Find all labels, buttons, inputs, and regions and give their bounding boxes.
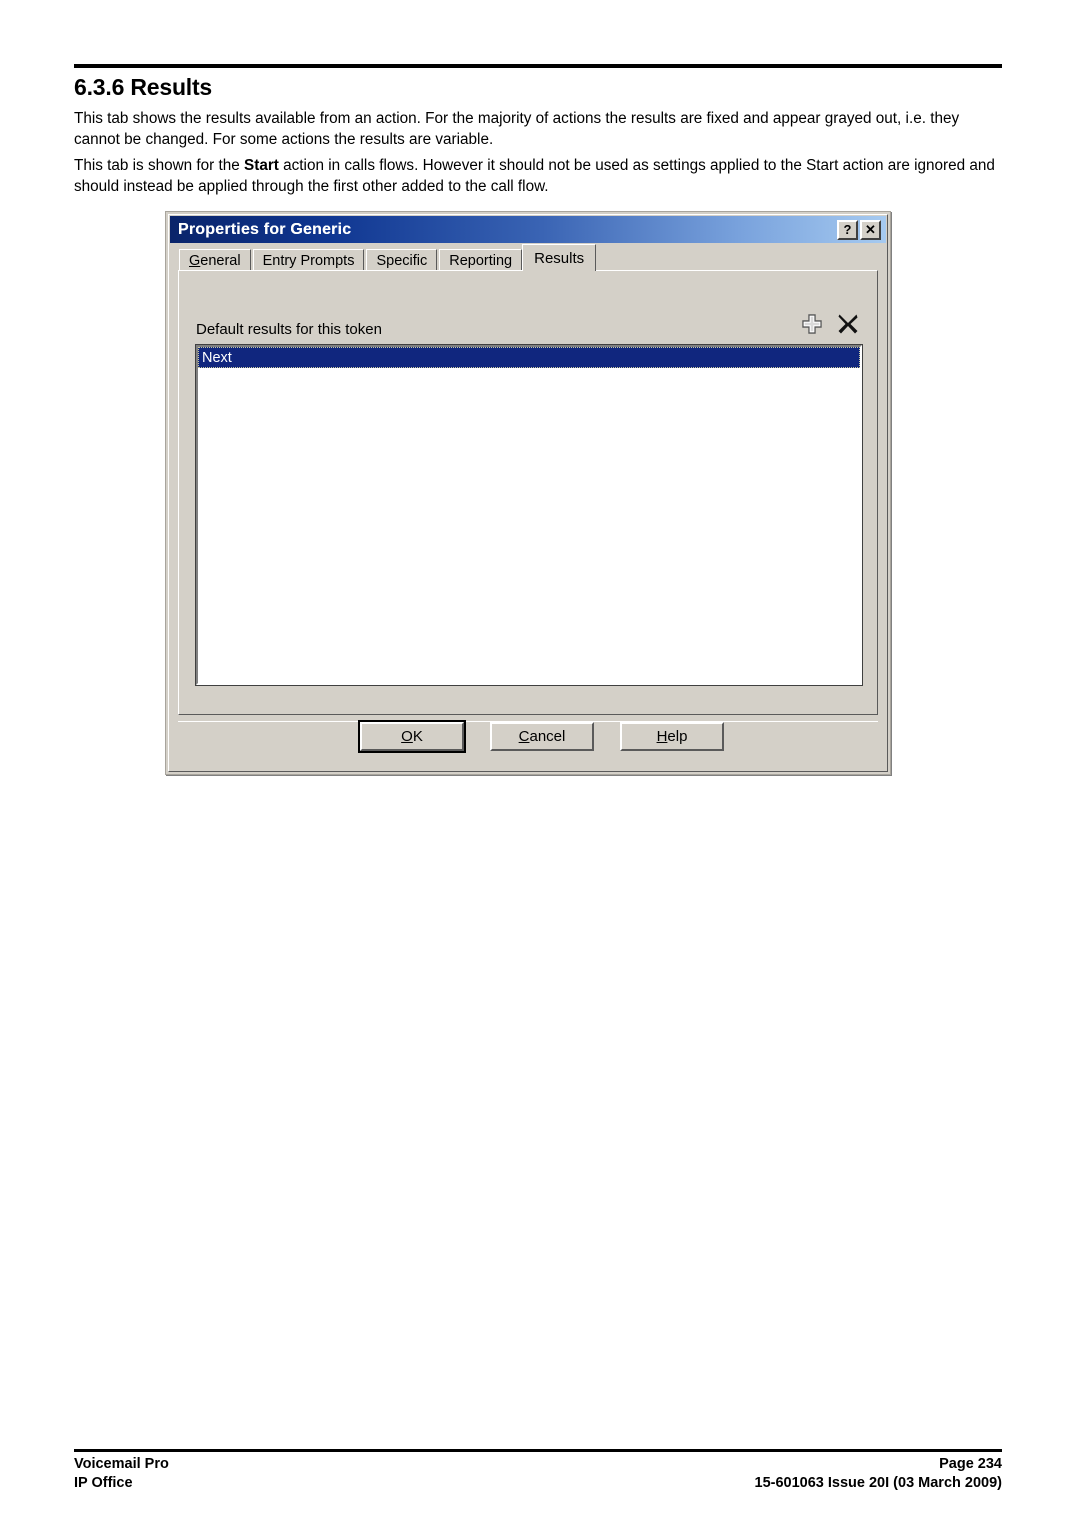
dialog-inner-frame: Properties for Generic ? ✕ General Entry… [168,214,888,772]
tab-reporting-label: Reportin [449,252,505,269]
paragraph-2-bold: Start [244,157,279,174]
tab-general-accel: G [189,252,201,269]
dialog-titlebar: Properties for Generic ? ✕ [170,216,886,243]
results-listbox[interactable]: Next [195,344,863,686]
tab-reporting[interactable]: Reportin g [439,249,523,271]
help-button-label: elp [667,728,688,745]
add-icon[interactable] [799,311,825,337]
tab-entry-prompts[interactable]: Entry Prompts [252,249,365,271]
tab-strip: General Entry Prompts Specific Reportin g… [170,243,886,271]
titlebar-button-group: ? ✕ [837,219,881,240]
page-title: 6.3.6 Results [74,74,213,100]
footer-page-number: Page 234 [939,1456,1002,1472]
footer-product-family: IP Office [74,1475,133,1491]
ok-button-accel: O [401,728,413,745]
tab-entry-prompts-label: Entry Prompts [262,252,355,269]
cancel-button-accel: C [518,728,530,745]
help-icon[interactable]: ? [837,219,858,240]
ok-button-label: K [412,728,423,745]
delete-icon[interactable] [835,311,861,337]
paragraph-2-before: This tab is shown for the [74,157,245,174]
dialog-button-bar: OK Cancel Help [178,720,878,769]
list-item[interactable]: Next [198,347,860,368]
help-button[interactable]: Help [620,722,724,751]
heading-rule [74,64,1002,68]
tab-results[interactable]: Results [522,244,597,271]
document-page: 6.3.6 Results This tab shows the results… [0,0,1080,1528]
tab-reporting-accel: g [504,252,513,269]
tab-specific-label: Specific [376,252,428,269]
dialog-title: Properties for Generic [178,220,352,238]
tab-results-label: Results [534,249,585,267]
results-toolbar [799,311,861,337]
footer-row-1: Voicemail Pro Page 234 [74,1455,1002,1474]
cancel-button-label: ancel [529,728,566,745]
tab-specific[interactable]: Specific [366,249,438,271]
page-footer: Voicemail Pro Page 234 IP Office 15-6010… [74,1455,1002,1493]
close-icon[interactable]: ✕ [860,219,881,240]
ok-button[interactable]: OK [358,720,466,753]
paragraph-1: This tab shows the results available fro… [74,110,960,148]
footer-row-2: IP Office 15-601063 Issue 20I (03 March … [74,1474,1002,1493]
paragraph-2: This tab is shown for the Start action i… [74,155,1002,197]
default-results-label: Default results for this token [196,321,382,338]
footer-product-name: Voicemail Pro [74,1456,169,1472]
tab-general[interactable]: General [179,249,251,271]
tab-page-results: Default results for this token Next [178,270,878,715]
footer-rule [74,1449,1002,1452]
cancel-button[interactable]: Cancel [490,722,594,751]
tab-general-label: eneral [200,252,241,269]
properties-dialog: Properties for Generic ? ✕ General Entry… [165,211,891,775]
help-button-accel: H [656,728,668,745]
footer-issue-info: 15-601063 Issue 20I (03 March 2009) [754,1475,1002,1491]
